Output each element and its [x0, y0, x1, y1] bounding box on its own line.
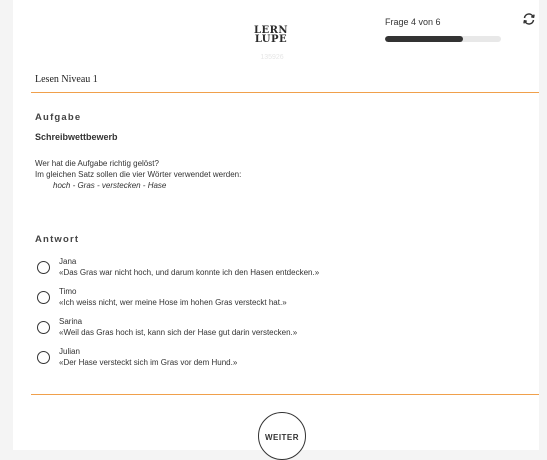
question-counter: Frage 4 von 6	[385, 17, 441, 27]
option-quote: «Ich weiss nicht, wer meine Hose im hohe…	[59, 298, 287, 307]
radio-button[interactable]	[37, 261, 50, 274]
task-instruction: Im gleichen Satz sollen die vier Wörter …	[35, 170, 242, 179]
option-name: Julian	[59, 347, 80, 356]
option-quote: «Der Hase versteckt sich im Gras vor dem…	[59, 358, 238, 367]
quiz-page: LERN LUPE 135926 Frage 4 von 6 Lesen Niv…	[13, 0, 539, 460]
option-name: Jana	[59, 257, 77, 266]
task-heading: Aufgabe	[35, 112, 82, 123]
next-button[interactable]: WEITER	[258, 412, 306, 460]
radio-button[interactable]	[37, 291, 50, 304]
divider-top	[31, 92, 539, 93]
task-title: Schreibwettbewerb	[35, 132, 118, 142]
lernlupe-logo: LERN LUPE	[253, 26, 289, 48]
progress-fill	[385, 36, 463, 42]
task-question: Wer hat die Aufgabe richtig gelöst?	[35, 159, 159, 168]
restart-icon[interactable]	[522, 12, 536, 26]
option-name: Timo	[59, 287, 77, 296]
task-words: hoch - Gras - verstecken - Hase	[53, 181, 167, 190]
answer-option-sarina[interactable]: Sarina «Weil das Gras hoch ist, kann sic…	[37, 317, 477, 341]
radio-button[interactable]	[37, 351, 50, 364]
answer-option-julian[interactable]: Julian «Der Hase versteckt sich im Gras …	[37, 347, 477, 371]
answer-heading: Antwort	[35, 234, 80, 245]
task-text: Wer hat die Aufgabe richtig gelöst? Im g…	[35, 158, 241, 191]
page-id: 135926	[260, 54, 284, 61]
answer-option-jana[interactable]: Jana «Das Gras war nicht hoch, und darum…	[37, 257, 477, 281]
option-quote: «Das Gras war nicht hoch, und darum konn…	[59, 268, 320, 277]
answer-option-timo[interactable]: Timo «Ich weiss nicht, wer meine Hose im…	[37, 287, 477, 311]
progress-bar	[385, 36, 501, 42]
level-title: Lesen Niveau 1	[35, 74, 98, 85]
option-name: Sarina	[59, 317, 83, 326]
option-quote: «Weil das Gras hoch ist, kann sich der H…	[59, 328, 298, 337]
radio-button[interactable]	[37, 321, 50, 334]
logo-line-2: LUPE	[254, 34, 288, 45]
divider-bottom	[31, 394, 539, 395]
